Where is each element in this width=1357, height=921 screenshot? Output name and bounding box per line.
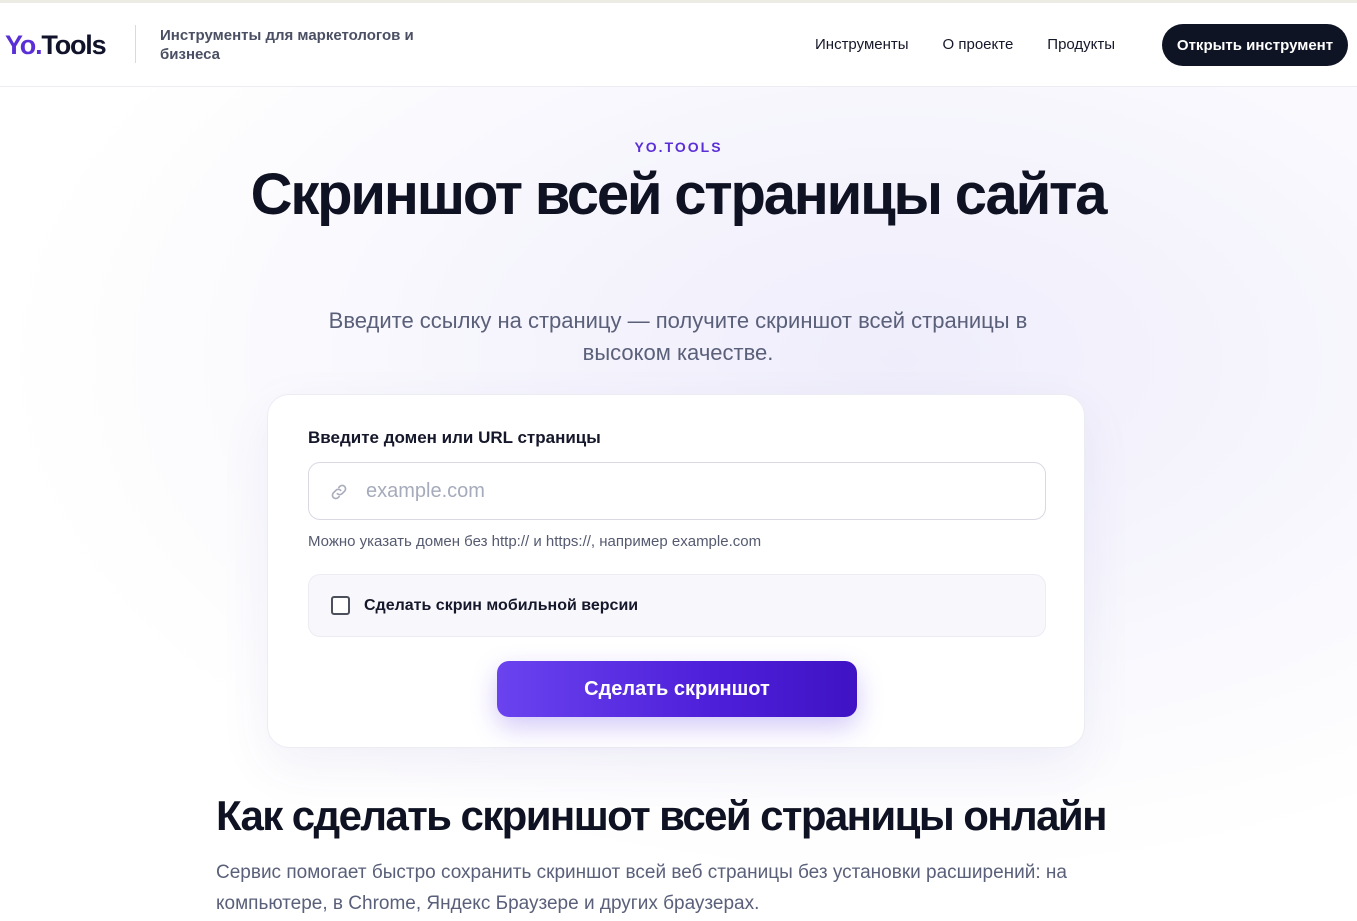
page-title: Скриншот всей страницы сайта (250, 162, 1108, 227)
logo-yo: Yo (5, 30, 36, 60)
hero-subtitle: Введите ссылку на страницу — получите ск… (328, 308, 1028, 365)
logo-tools: Tools (41, 30, 106, 60)
main-nav: Инструменты О проекте Продукты (815, 36, 1115, 54)
section-description: Сервис помогает быстро сохранить скриншо… (216, 862, 1067, 914)
logo-divider (135, 25, 136, 63)
url-input[interactable] (366, 463, 1026, 519)
take-screenshot-button[interactable]: Сделать скриншот (497, 661, 857, 717)
nav-link-products[interactable]: Продукты (1047, 36, 1115, 54)
screenshot-form-card: Введите домен или URL страницы Можно ука… (267, 394, 1085, 748)
mobile-version-checkbox[interactable] (331, 596, 350, 615)
logo[interactable]: Yo.Tools (5, 29, 107, 61)
url-field-label: Введите домен или URL страницы (308, 428, 601, 447)
site-header: Yo.Tools Инструменты для маркетологов и … (0, 3, 1357, 87)
mobile-version-label[interactable]: Сделать скрин мобильной версии (364, 597, 638, 615)
hero-eyebrow: YO.TOOLS (634, 139, 723, 155)
mobile-version-option[interactable]: Сделать скрин мобильной версии (308, 574, 1046, 637)
section-title: Как сделать скриншот всей страницы онлай… (216, 792, 1107, 839)
url-hint: Можно указать домен без http:// и https:… (308, 533, 762, 550)
nav-link-tools[interactable]: Инструменты (815, 36, 909, 54)
link-icon (331, 484, 347, 500)
nav-link-about[interactable]: О проекте (943, 36, 1014, 54)
open-tool-button[interactable]: Открыть инструмент (1162, 24, 1348, 66)
header-tagline: Инструменты для маркетологов и бизнеса (160, 27, 414, 63)
url-input-wrapper (308, 462, 1046, 520)
